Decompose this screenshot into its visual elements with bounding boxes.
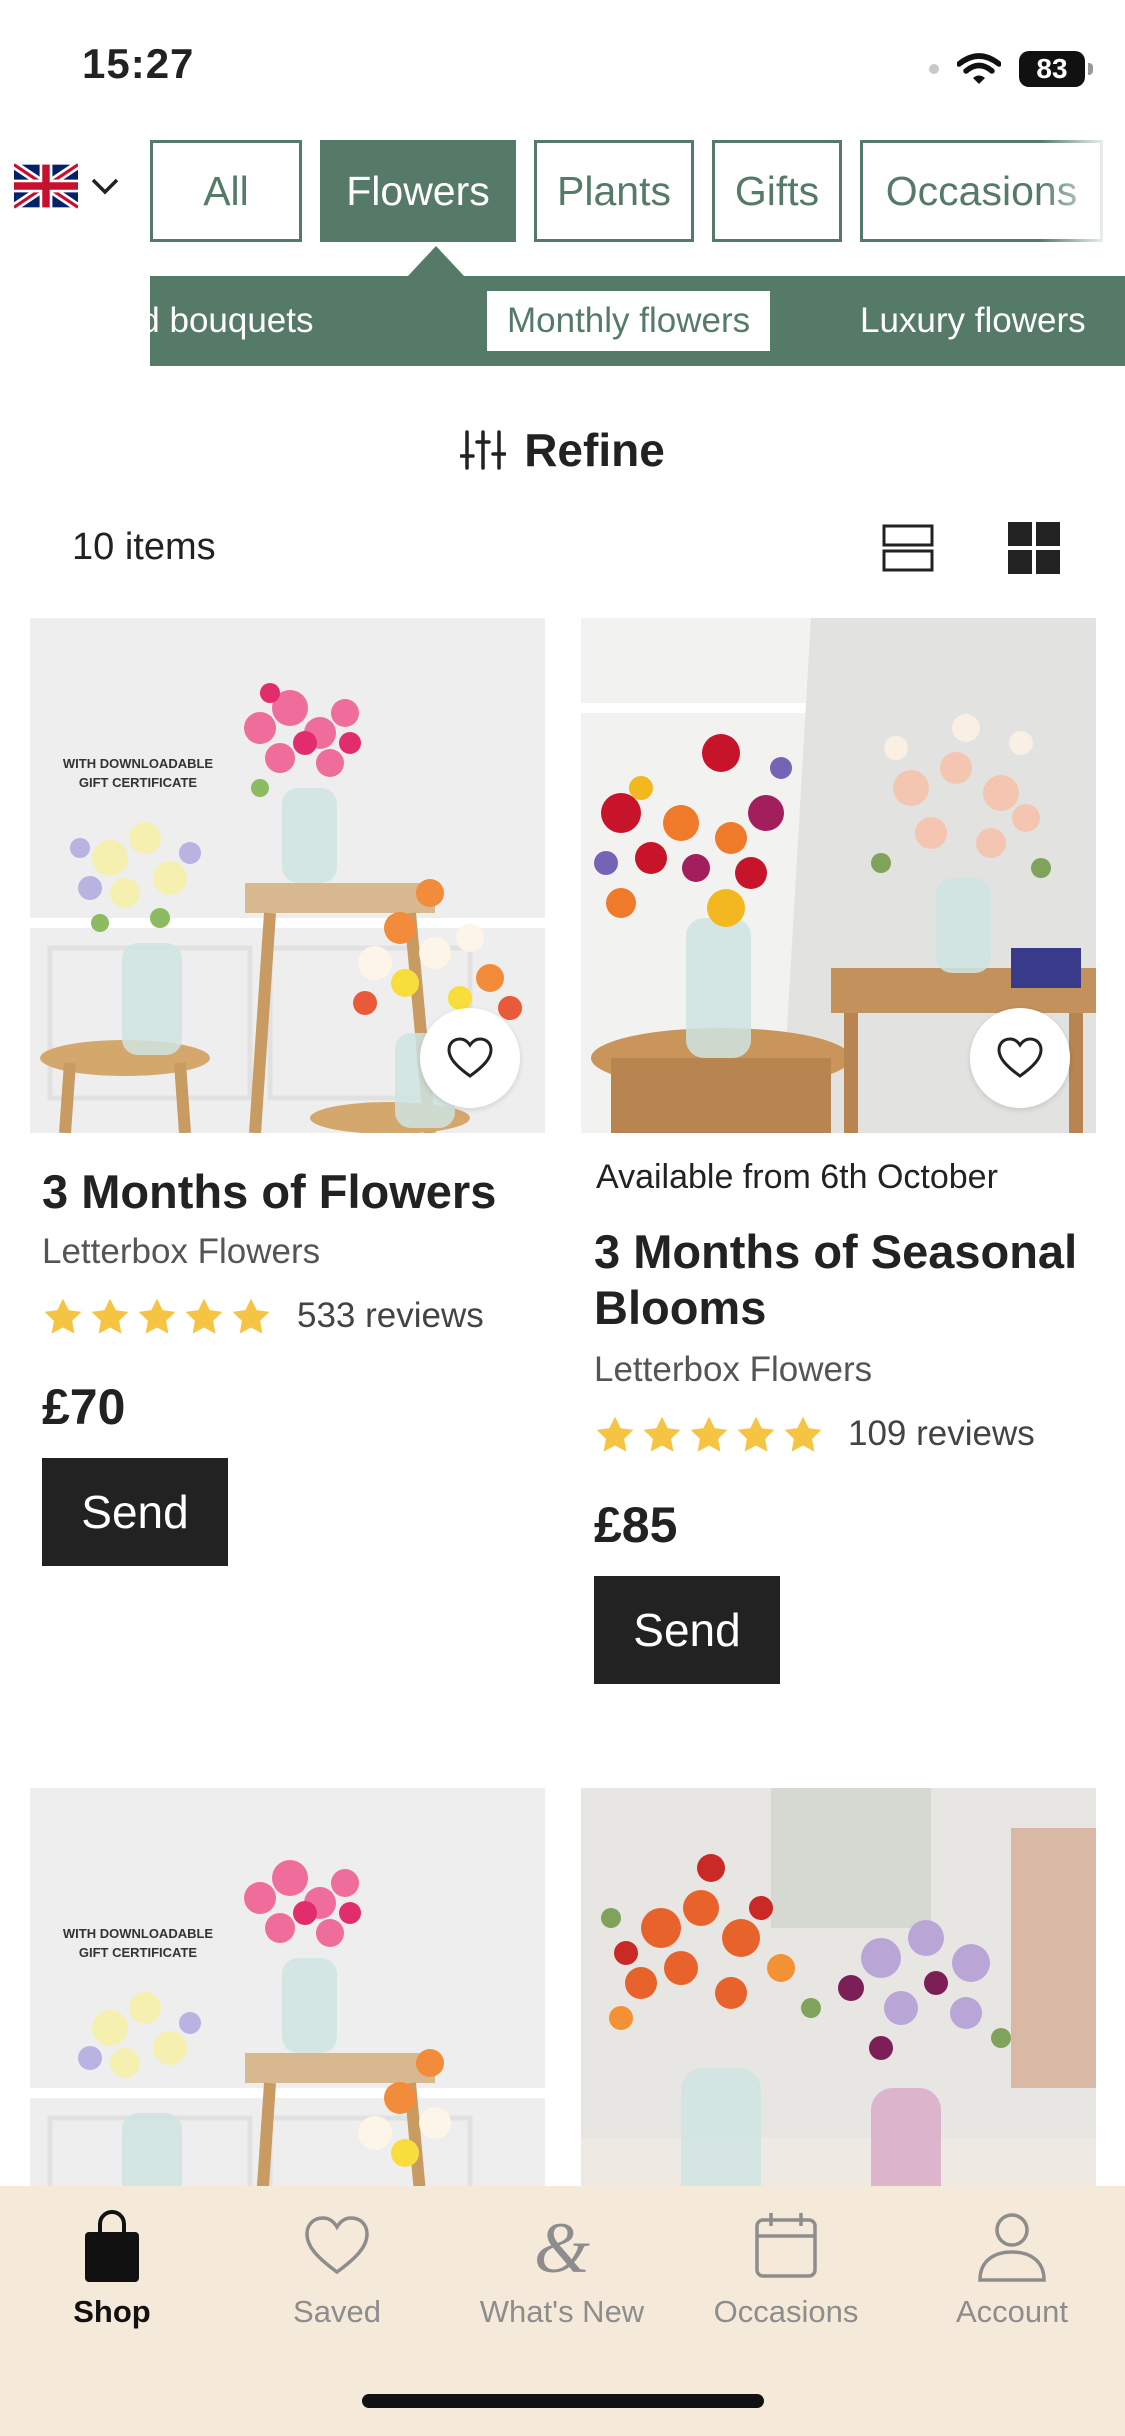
- star-icon: [784, 1416, 822, 1452]
- product-brand: Letterbox Flowers: [42, 1232, 321, 1271]
- uk-flag-icon: [14, 162, 78, 210]
- favorite-button[interactable]: [970, 1008, 1070, 1108]
- refine-label: Refine: [524, 424, 665, 476]
- nav-occasions[interactable]: Occasions: [686, 2210, 886, 2330]
- tabs-fade-overlay: [1040, 130, 1125, 250]
- nav-account-label: Account: [955, 2294, 1068, 2329]
- product-image[interactable]: [581, 1788, 1096, 2188]
- language-selector[interactable]: [14, 162, 120, 210]
- bouquet-photo: [581, 1788, 1096, 2188]
- wifi-icon: [957, 53, 1001, 84]
- star-icon: [596, 1416, 634, 1452]
- ampersand-logo-icon: &: [534, 2210, 590, 2284]
- star-rating: [42, 1296, 272, 1338]
- star-rating: [594, 1414, 824, 1456]
- star-icon: [690, 1416, 728, 1452]
- battery-indicator: 83: [1019, 51, 1093, 87]
- availability-note: Available from 6th October: [596, 1158, 998, 1196]
- nav-whats-new-label: What's New: [479, 2294, 645, 2329]
- subcategory-luxury[interactable]: Luxury flowers: [860, 276, 1086, 366]
- star-icon: [643, 1416, 681, 1452]
- status-icons: 83: [929, 46, 1093, 92]
- status-dot: [929, 64, 939, 74]
- tab-all-label: All: [203, 167, 249, 214]
- subcategory-monthly[interactable]: Monthly flowers: [487, 291, 771, 351]
- user-icon: [978, 2213, 1046, 2282]
- bouquet-photo: [30, 1788, 545, 2188]
- heart-icon: [447, 1037, 493, 1078]
- tab-all[interactable]: All: [150, 140, 302, 242]
- star-icon: [91, 1298, 129, 1334]
- nav-account[interactable]: Account: [912, 2210, 1112, 2330]
- star-icon: [232, 1298, 270, 1334]
- shopping-bag-icon: [85, 2210, 139, 2282]
- tab-gifts[interactable]: Gifts: [712, 140, 842, 242]
- heart-icon: [305, 2216, 369, 2275]
- product-image[interactable]: WITH DOWNLOADABLE GIFT CERTIFICATE: [30, 1788, 545, 2188]
- product-title[interactable]: 3 Months of Flowers: [42, 1164, 542, 1220]
- heart-icon: [997, 1037, 1043, 1078]
- item-count: 10 items: [72, 526, 216, 568]
- product-title[interactable]: 3 Months of Seasonal Blooms: [594, 1224, 1094, 1336]
- nav-occasions-label: Occasions: [713, 2294, 859, 2329]
- nav-shop[interactable]: Shop: [12, 2210, 212, 2330]
- gift-certificate-badge: WITH DOWNLOADABLE GIFT CERTIFICATE: [62, 756, 214, 790]
- product-price: £85: [594, 1497, 678, 1553]
- tab-plants[interactable]: Plants: [534, 140, 694, 242]
- nav-saved-label: Saved: [293, 2294, 381, 2329]
- list-view-icon[interactable]: [882, 524, 934, 572]
- tab-plants-label: Plants: [557, 167, 671, 214]
- star-icon: [737, 1416, 775, 1452]
- star-icon: [44, 1298, 82, 1334]
- subcategory-hand-tied[interactable]: Hand-tied bouquets: [150, 276, 314, 366]
- nav-shop-label: Shop: [73, 2294, 151, 2329]
- svg-text:&: &: [534, 2210, 590, 2284]
- status-time: 15:27: [82, 40, 195, 87]
- chevron-down-icon: [91, 178, 119, 195]
- calendar-icon: [755, 2213, 817, 2278]
- send-button[interactable]: Send: [594, 1576, 780, 1684]
- product-price: £70: [42, 1379, 126, 1435]
- active-tab-caret: [408, 246, 464, 276]
- tab-flowers[interactable]: Flowers: [320, 140, 516, 242]
- nav-whats-new[interactable]: & What's New: [462, 2210, 662, 2330]
- tab-gifts-label: Gifts: [734, 167, 820, 214]
- review-count[interactable]: 109 reviews: [848, 1414, 1035, 1454]
- subcategory-bar[interactable]: Hand-tied bouquets Monthly flowers Luxur…: [150, 276, 1125, 366]
- star-icon: [185, 1298, 223, 1334]
- sliders-icon: [460, 430, 507, 470]
- review-count[interactable]: 533 reviews: [297, 1296, 484, 1336]
- nav-saved[interactable]: Saved: [237, 2210, 437, 2330]
- tab-flowers-label: Flowers: [346, 167, 490, 214]
- gift-certificate-badge: WITH DOWNLOADABLE GIFT CERTIFICATE: [62, 1926, 214, 1960]
- grid-view-icon[interactable]: [1008, 522, 1060, 574]
- product-brand: Letterbox Flowers: [594, 1350, 873, 1389]
- favorite-button[interactable]: [420, 1008, 520, 1108]
- refine-button[interactable]: Refine: [0, 418, 1125, 482]
- home-indicator: [362, 2394, 764, 2408]
- send-button[interactable]: Send: [42, 1458, 228, 1566]
- star-icon: [138, 1298, 176, 1334]
